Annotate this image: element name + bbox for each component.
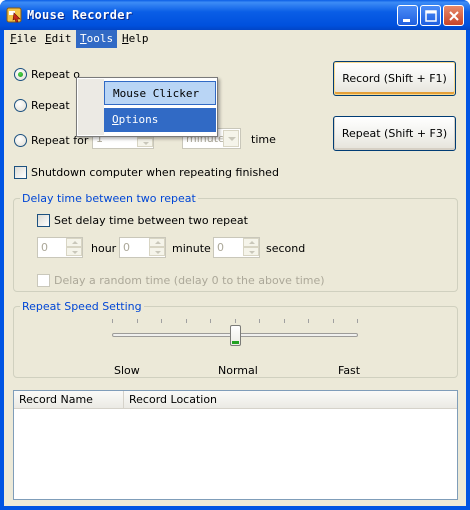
slider-tick <box>333 319 334 323</box>
slider-tick <box>284 319 285 323</box>
set-delay-option[interactable]: Set delay time between two repeat <box>37 212 248 228</box>
random-delay-checkbox[interactable] <box>37 273 50 287</box>
slider-tick <box>235 319 236 323</box>
set-delay-label: Set delay time between two repeat <box>54 213 248 227</box>
record-list-header: Record Name Record Location <box>14 391 457 409</box>
speed-fast-label: Fast <box>338 364 361 377</box>
menu-item-options-accel: O <box>112 113 119 126</box>
speed-slider[interactable] <box>112 318 358 348</box>
menu-file[interactable]: File <box>6 30 41 48</box>
repeat-times-radio[interactable] <box>14 98 27 112</box>
repeat-once-option[interactable]: Repeat o <box>14 66 80 82</box>
delay-hour-arrows[interactable] <box>66 238 82 257</box>
menu-item-mouse-clicker[interactable]: Mouse Clicker <box>104 81 216 105</box>
app-icon <box>6 7 22 23</box>
app-window: Mouse Recorder File Edit Tools Help Repe… <box>0 0 470 510</box>
close-icon <box>449 11 459 21</box>
window-title: Mouse Recorder <box>27 8 133 22</box>
shutdown-checkbox[interactable] <box>14 165 27 179</box>
shutdown-label: Shutdown computer when repeating finishe… <box>31 165 279 179</box>
client-area: File Edit Tools Help Repeat o Repeat tim… <box>4 30 466 506</box>
menu-tools[interactable]: Tools <box>76 30 118 48</box>
delay-second-label: second <box>266 242 306 255</box>
speed-normal-label: Normal <box>218 364 258 377</box>
random-delay-option[interactable]: Delay a random time (delay 0 to the abov… <box>37 272 325 288</box>
menu-item-mouse-clicker-label: Mouse Clicker <box>113 87 200 100</box>
menu-file-label: ile <box>16 32 37 45</box>
menu-file-accel: F <box>10 32 17 45</box>
repeat-button[interactable]: Repeat (Shift + F3) <box>333 116 456 151</box>
delay-minute-value: 0 <box>123 241 130 254</box>
menu-tools-accel: T <box>80 32 87 45</box>
minimize-button[interactable] <box>397 5 418 26</box>
delay-minute-stepper[interactable]: 0 <box>119 237 166 258</box>
delay-minute-label: minute <box>172 242 211 255</box>
speed-group-title: Repeat Speed Setting <box>20 300 144 313</box>
menu-edit[interactable]: Edit <box>41 30 76 48</box>
repeat-once-label: Repeat o <box>31 67 80 81</box>
delay-second-arrows[interactable] <box>243 238 259 257</box>
delay-second-value: 0 <box>217 241 224 254</box>
random-delay-label: Delay a random time (delay 0 to the abov… <box>54 273 325 287</box>
slider-tick <box>259 319 260 323</box>
slider-tick <box>137 319 138 323</box>
maximize-button[interactable] <box>420 5 441 26</box>
repeat-times-label: Repeat <box>31 98 70 112</box>
minimize-icon <box>403 19 410 22</box>
delay-second-stepper[interactable]: 0 <box>213 237 260 258</box>
record-list[interactable]: Record Name Record Location <box>13 390 458 500</box>
maximize-icon <box>425 10 437 22</box>
close-button[interactable] <box>443 5 464 26</box>
repeat-for-suffix: time <box>251 133 276 146</box>
delay-hour-value: 0 <box>41 241 48 254</box>
delay-group-title: Delay time between two repeat <box>20 192 198 205</box>
set-delay-checkbox[interactable] <box>37 213 50 227</box>
tools-dropdown-menu: Mouse Clicker Options <box>76 77 218 137</box>
delay-hour-label: hour <box>91 242 117 255</box>
repeat-once-radio[interactable] <box>14 67 27 81</box>
menu-edit-label: dit <box>51 32 72 45</box>
shutdown-option[interactable]: Shutdown computer when repeating finishe… <box>14 164 279 180</box>
menu-help-accel: H <box>122 32 129 45</box>
chevron-down-icon[interactable] <box>223 130 239 147</box>
slider-tick <box>308 319 309 323</box>
repeat-times-option[interactable]: Repeat <box>14 97 70 113</box>
menu-gutter <box>78 79 104 135</box>
menu-bar: File Edit Tools Help <box>4 30 466 48</box>
delay-hour-stepper[interactable]: 0 <box>37 237 83 258</box>
slider-tick <box>161 319 162 323</box>
speed-slow-label: Slow <box>114 364 140 377</box>
column-record-name[interactable]: Record Name <box>14 391 124 409</box>
speed-slider-thumb[interactable] <box>230 325 241 346</box>
slider-tick <box>112 319 113 323</box>
menu-help[interactable]: Help <box>118 30 153 48</box>
title-bar[interactable]: Mouse Recorder <box>0 0 470 30</box>
menu-item-options[interactable]: Options <box>104 108 216 132</box>
menu-edit-accel: E <box>45 32 52 45</box>
slider-tick <box>186 319 187 323</box>
menu-item-options-label: ptions <box>118 113 159 126</box>
menu-tools-label: ools <box>86 32 114 45</box>
slider-tick <box>357 319 358 323</box>
delay-minute-arrows[interactable] <box>149 238 165 257</box>
record-button-label: Record (Shift + F1) <box>342 72 447 85</box>
column-record-location[interactable]: Record Location <box>124 391 457 409</box>
repeat-button-label: Repeat (Shift + F3) <box>341 127 448 140</box>
menu-help-label: elp <box>128 32 149 45</box>
record-button[interactable]: Record (Shift + F1) <box>333 61 456 96</box>
slider-tick <box>210 319 211 323</box>
repeat-for-radio[interactable] <box>14 133 27 147</box>
